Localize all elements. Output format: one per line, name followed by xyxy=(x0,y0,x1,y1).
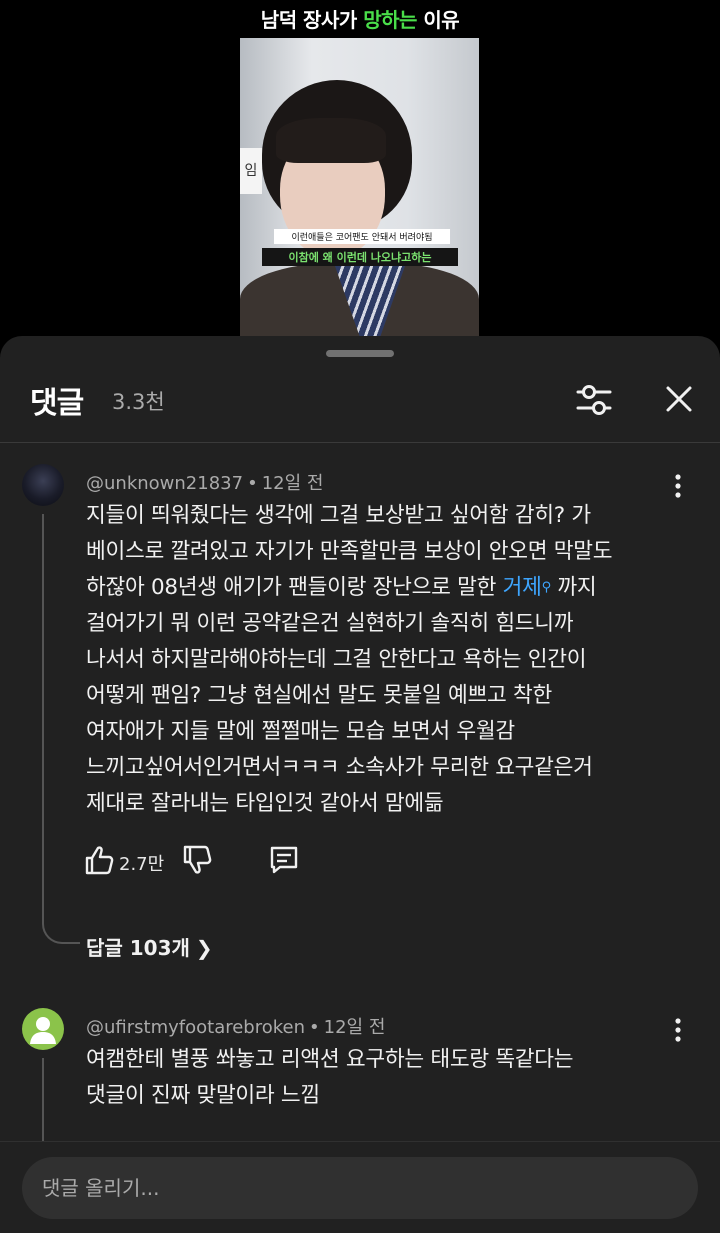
like-icon[interactable] xyxy=(84,844,114,880)
video-caption-bottom: 이참에 왜 이런데 나오냐고하는 xyxy=(262,248,458,266)
comment-line: 댓글이 진짜 맞말이라 느낌 xyxy=(86,1083,320,1108)
video-wall-sign: 임 xyxy=(240,148,262,194)
avatar[interactable] xyxy=(22,464,64,506)
thread-line xyxy=(42,514,80,944)
like-count: 2.7만 xyxy=(119,854,165,875)
video-player[interactable]: 남덕 장사가 망하는 이유 임 이런애들은 코어팬도 안돼서 버려야됨 이참에 … xyxy=(0,0,720,340)
more-vertical-icon[interactable] xyxy=(664,1016,692,1044)
view-replies-button[interactable]: 답글 103개 ❯ xyxy=(86,932,213,961)
comment-line: 여캠한테 별풍 쏴놓고 리액션 요구하는 태도랑 똑같다는 xyxy=(86,1047,574,1072)
more-vertical-icon[interactable] xyxy=(664,472,692,500)
comment-line: 제대로 잘라내는 타입인것 같아서 맘에듦 xyxy=(86,791,444,816)
comment-meta: @ufirstmyfootarebroken • 12일 전 xyxy=(86,1013,385,1039)
video-caption-top: 이런애들은 코어팬도 안돼서 버려야됨 xyxy=(274,229,450,244)
comments-header: 댓글 3.3천 xyxy=(0,360,720,440)
meta-separator: • xyxy=(247,473,258,494)
comment-line: 하잖아 08년생 애기가 팬들이랑 장난으로 말한 거제⚲ 까지 xyxy=(86,570,686,606)
comment-time: 12일 전 xyxy=(261,473,324,494)
comment-author[interactable]: @unknown21837 xyxy=(86,473,243,494)
avatar[interactable] xyxy=(22,1008,64,1050)
meta-separator: • xyxy=(309,1017,320,1038)
comment-thread: @ufirstmyfootarebroken • 12일 전 여캠한테 별풍 쏴놓고… xyxy=(0,1008,720,1178)
comment-line: 느끼고싶어서인거면서ㅋㅋㅋ 소속사가 무리한 요구같은거 xyxy=(86,755,593,780)
comment-text: 지들이 띄워줬다는 생각에 그걸 보상받고 싶어함 감히? 가 베이스로 깔려있… xyxy=(86,498,686,822)
search-icon[interactable]: ⚲ xyxy=(542,580,552,595)
chevron-right-icon: ❯ xyxy=(195,936,213,960)
comment-thread: @unknown21837 • 12일 전 지들이 띄워줬다는 생각에 그걸 보상받… xyxy=(0,464,720,964)
comment-actions: 2.7만 xyxy=(84,844,324,880)
comment-line: 나서서 하지말라해야하는데 그걸 안한다고 욕하는 인간이 xyxy=(86,647,587,672)
comments-count: 3.3천 xyxy=(112,390,165,414)
comment-time: 12일 전 xyxy=(323,1017,386,1038)
comment-author[interactable]: @ufirstmyfootarebroken xyxy=(86,1017,305,1038)
comments-title: 댓글 xyxy=(30,386,84,421)
comment-meta: @unknown21837 • 12일 전 xyxy=(86,469,323,495)
reply-icon[interactable] xyxy=(268,844,300,880)
comment-line: 베이스로 깔려있고 자기가 만족할만큼 보상이 안오면 막말도 xyxy=(86,539,613,564)
comment-line-text: 까지 xyxy=(550,575,597,600)
comment-line-text: 하잖아 08년생 애기가 팬들이랑 장난으로 말한 xyxy=(86,575,503,600)
video-frame[interactable]: 임 이런애들은 코어팬도 안돼서 버려야됨 이참에 왜 이런데 나오냐고하는 xyxy=(240,38,479,338)
comment-text: 여캠한테 별풍 쏴놓고 리액션 요구하는 태도랑 똑같다는 댓글이 진짜 맞말이… xyxy=(86,1042,686,1114)
close-icon[interactable] xyxy=(660,380,698,418)
dislike-icon[interactable] xyxy=(182,844,212,880)
search-link[interactable]: 거제 xyxy=(503,575,542,600)
comment-line: 지들이 띄워줬다는 생각에 그걸 보상받고 싶어함 감히? 가 xyxy=(86,503,591,528)
replies-label: 답글 103개 xyxy=(86,936,190,960)
comment-line: 어떻게 팬임? 그냥 현실에선 말도 못붙일 예쁘고 착한 xyxy=(86,683,552,708)
comment-line: 여자애가 지들 말에 쩔쩔매는 모습 보면서 우월감 xyxy=(86,719,515,744)
video-title-overlay: 남덕 장사가 망하는 이유 xyxy=(260,8,460,32)
drag-handle[interactable] xyxy=(326,350,394,357)
comment-input-bar xyxy=(0,1141,720,1233)
video-person-bangs xyxy=(276,118,386,163)
comments-sheet: 댓글 3.3천 @unknown21837 • 12일 전 지들이 띄워줬다는 … xyxy=(0,336,720,1233)
comment-line: 걸어가기 뭐 이런 공약같은건 실현하기 솔직히 힘드니까 xyxy=(86,611,574,636)
header-divider xyxy=(0,442,720,443)
comment-input[interactable] xyxy=(22,1157,698,1219)
filter-sliders-icon[interactable] xyxy=(574,380,614,420)
